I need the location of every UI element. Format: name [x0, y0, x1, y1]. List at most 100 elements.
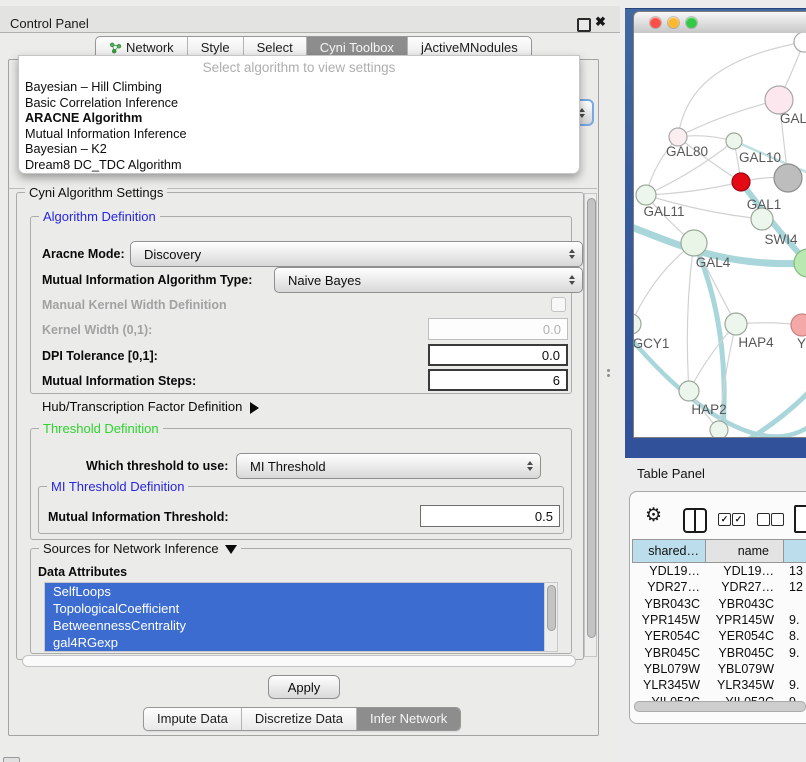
- attribute-item-betweennesscentrality[interactable]: BetweennessCentrality: [45, 617, 544, 634]
- table-cell: YPR145W: [706, 613, 784, 627]
- tab-impute-data[interactable]: Impute Data: [144, 708, 241, 730]
- dropdown-option-basic-correlation-inference[interactable]: Basic Correlation Inference: [20, 96, 578, 112]
- close-window-icon[interactable]: [650, 17, 661, 28]
- deselect-all-checkbox-icon[interactable]: [757, 513, 770, 526]
- column-header-clipped[interactable]: [784, 539, 806, 563]
- network-node[interactable]: [710, 421, 728, 438]
- sources-group-title[interactable]: Sources for Network Inference: [39, 541, 241, 556]
- splitter-grip[interactable]: [607, 369, 610, 377]
- column-header-shared…[interactable]: shared…: [632, 539, 706, 563]
- control-panel-title: Control Panel: [10, 16, 89, 31]
- mi-threshold-label: Mutual Information Threshold:: [48, 510, 229, 524]
- table-cell: YBR043C: [706, 597, 784, 611]
- network-edge[interactable]: [634, 243, 694, 324]
- table-cell: YDL19…: [706, 564, 784, 578]
- tab-discretize-data[interactable]: Discretize Data: [241, 708, 356, 730]
- settings-scrollbar-thumb[interactable]: [587, 198, 596, 638]
- dropdown-option-mutual-information-inference[interactable]: Mutual Information Inference: [20, 127, 578, 143]
- settings-horizontal-scrollbar[interactable]: [22, 655, 576, 667]
- table-cell: YDR27…: [706, 580, 784, 594]
- apply-button[interactable]: Apply: [268, 675, 340, 699]
- which-threshold-value: MI Threshold: [250, 459, 326, 474]
- table-cell: YDR27…: [632, 580, 706, 594]
- network-node[interactable]: [794, 33, 806, 52]
- table-row[interactable]: YER054CYER054C8.: [632, 628, 806, 644]
- table-cell: YBR043C: [632, 597, 706, 611]
- attributes-scrollbar-thumb[interactable]: [547, 585, 556, 631]
- table-row[interactable]: YLR345WYLR345W9.: [632, 677, 806, 693]
- export-file-icon[interactable]: [794, 505, 806, 533]
- kernel-width-field[interactable]: 0.0: [428, 318, 568, 340]
- network-canvas[interactable]: GALGAL80GAL10GAL1GAL11SWI4GAL4GCY1HAP4YH…: [634, 33, 806, 438]
- mi-threshold-definition-title: MI Threshold Definition: [47, 479, 188, 494]
- dropdown-option-bayesian-k2[interactable]: Bayesian – K2: [20, 142, 578, 158]
- table-panel-card: ⚙ ✓ ✓ shared…name YDL19…YDL19…13YDR27…YD…: [629, 491, 806, 724]
- cyni-algorithm-settings-title: Cyni Algorithm Settings: [25, 185, 167, 200]
- mi-algorithm-type-combobox[interactable]: Naive Bayes: [274, 267, 583, 293]
- network-node-gal10[interactable]: [726, 133, 742, 149]
- mi-threshold-field[interactable]: 0.5: [420, 505, 560, 527]
- table-row[interactable]: YBR045CYBR045C9.: [632, 644, 806, 660]
- combo-arrows-icon: [527, 461, 533, 471]
- minimize-window-icon[interactable]: [668, 17, 679, 28]
- network-node-label-gal: GAL: [780, 111, 806, 126]
- table-row[interactable]: YBR043CYBR043C: [632, 596, 806, 612]
- dpi-tolerance-field[interactable]: 0.0: [428, 344, 568, 366]
- zoom-window-icon[interactable]: [686, 17, 697, 28]
- select-all-checkbox-icon[interactable]: ✓: [718, 513, 731, 526]
- split-columns-icon[interactable]: [683, 508, 707, 533]
- hub-transcription-factor-expander[interactable]: Hub/Transcription Factor Definition: [42, 399, 259, 414]
- aracne-mode-label: Aracne Mode:: [42, 247, 125, 261]
- attribute-item-topologicalcoefficient[interactable]: TopologicalCoefficient: [45, 600, 544, 617]
- table-cell: 9.: [784, 613, 799, 627]
- network-node-gal11[interactable]: [636, 185, 656, 205]
- network-edge[interactable]: [741, 182, 806, 263]
- table-row[interactable]: YDR27…YDR27…12: [632, 579, 806, 595]
- network-node-label-gcy1: GCY1: [634, 336, 669, 351]
- network-node-label-y: Y: [797, 336, 806, 351]
- mi-steps-field[interactable]: 6: [428, 369, 568, 391]
- attribute-item-selfloops[interactable]: SelfLoops: [45, 583, 544, 600]
- collapse-down-icon: [225, 545, 237, 554]
- table-row[interactable]: YBL079WYBL079W: [632, 661, 806, 677]
- dropdown-option-aracne-algorithm[interactable]: ARACNE Algorithm: [20, 111, 578, 127]
- aracne-mode-combobox[interactable]: Discovery: [130, 241, 583, 267]
- table-row[interactable]: YDL19…YDL19…13: [632, 563, 806, 579]
- deselect-all-checkbox-icon-2[interactable]: [771, 513, 784, 526]
- network-node-gal4[interactable]: [681, 230, 707, 256]
- dropdown-option-dream8-dc-tdc-algorithm[interactable]: Dream8 DC_TDC Algorithm: [20, 158, 578, 174]
- table-horizontal-scrollbar[interactable]: [634, 701, 806, 712]
- mi-threshold-value: 0.5: [535, 509, 553, 524]
- network-node[interactable]: [774, 164, 802, 192]
- manual-kernel-width-checkbox[interactable]: [551, 297, 566, 312]
- network-node-label-gal10: GAL10: [739, 150, 781, 165]
- column-header-name[interactable]: name: [706, 539, 784, 563]
- settings-vertical-scrollbar[interactable]: [584, 193, 597, 657]
- select-all-checkbox-icon-2[interactable]: ✓: [732, 513, 745, 526]
- network-node-gal[interactable]: [765, 86, 793, 114]
- network-node-y[interactable]: [791, 314, 806, 336]
- network-window-titlebar[interactable]: [634, 12, 806, 34]
- table-cell: YPR145W: [632, 613, 706, 627]
- apply-button-label: Apply: [288, 680, 321, 695]
- screen: Control Panel ✖ NetworkStyleSelectCyni T…: [0, 0, 806, 762]
- dropdown-option-bayesian-hill-climbing[interactable]: Bayesian – Hill Climbing: [20, 80, 578, 96]
- which-threshold-combobox[interactable]: MI Threshold: [236, 453, 541, 479]
- close-panel-icon[interactable]: ✖: [595, 14, 606, 30]
- network-edge[interactable]: [678, 100, 779, 137]
- network-edge[interactable]: [687, 243, 694, 391]
- attributes-vertical-scrollbar[interactable]: [544, 583, 557, 651]
- network-node-gcy1[interactable]: [634, 314, 641, 334]
- network-node-hap2[interactable]: [679, 381, 699, 401]
- attribute-item-gal4rgexp[interactable]: gal4RGexp: [45, 634, 544, 651]
- table-settings-gear-icon[interactable]: ⚙: [645, 506, 662, 525]
- network-view-frame: GALGAL80GAL10GAL1GAL11SWI4GAL4GCY1HAP4YH…: [625, 8, 806, 458]
- network-node-gal1[interactable]: [732, 173, 750, 191]
- float-panel-icon[interactable]: [577, 18, 591, 32]
- tab-infer-network[interactable]: Infer Network: [356, 708, 460, 730]
- table-row[interactable]: YPR145WYPR145W9.: [632, 612, 806, 628]
- expander-right-icon: [250, 402, 259, 414]
- table-header: shared…name: [632, 539, 806, 563]
- control-panel-titlebar: Control Panel ✖: [0, 6, 620, 33]
- network-node-hap4[interactable]: [725, 313, 747, 335]
